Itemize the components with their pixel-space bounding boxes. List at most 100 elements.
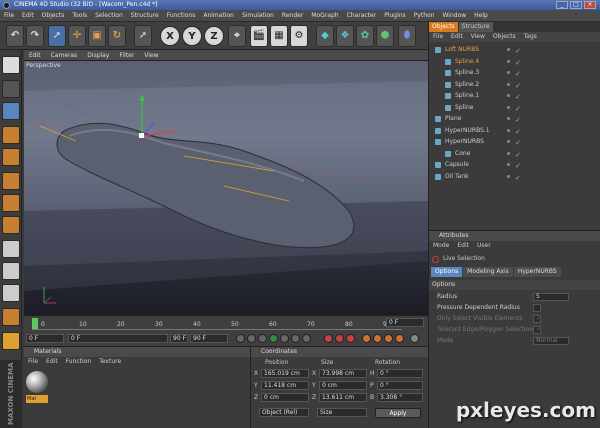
tab-structure[interactable]: Structure (458, 22, 493, 32)
viewport-menu-display[interactable]: Display (82, 50, 114, 61)
object-row[interactable]: Cone ✓ (429, 148, 600, 160)
material-name[interactable]: Mat (26, 395, 48, 403)
size-x-field[interactable]: 73.998 cm (319, 369, 367, 378)
visibility-dots-icon[interactable] (507, 151, 510, 155)
y-axis-lock-button[interactable]: Y (182, 26, 202, 46)
menu-simulation[interactable]: Simulation (238, 10, 278, 22)
menu-file[interactable]: File (0, 10, 18, 22)
next-key-button[interactable] (291, 334, 300, 343)
render-view-icon[interactable]: 🎬 (250, 25, 268, 47)
locked-workplane-icon[interactable] (2, 332, 20, 350)
make-editable-icon[interactable] (2, 56, 20, 74)
attributes-menu-user[interactable]: User (473, 241, 495, 251)
rotation-h-field[interactable]: 0 ° (377, 369, 423, 378)
go-to-start-button[interactable] (236, 334, 245, 343)
rotate-tool-icon[interactable]: ↻ (108, 25, 126, 47)
perspective-viewport[interactable]: Perspective (24, 61, 428, 315)
visibility-dots-icon[interactable] (507, 94, 510, 97)
material-swatch[interactable] (26, 371, 48, 393)
use-object-tool-icon[interactable] (2, 102, 20, 120)
attributes-menu-mode[interactable]: Mode (429, 241, 453, 251)
size-y-field[interactable]: 0 cm (319, 381, 367, 390)
menu-tools[interactable]: Tools (68, 10, 91, 22)
attribute-value[interactable]: 5 (533, 293, 569, 301)
current-frame-field[interactable]: 0 F (386, 318, 424, 327)
keyframe-selection-button[interactable] (346, 334, 355, 343)
workplane-icon[interactable] (2, 308, 20, 326)
rotation-key-button[interactable] (384, 334, 393, 343)
object-row[interactable]: Spline.4 ✓ (429, 56, 600, 68)
materials-menu-edit[interactable]: Edit (42, 357, 62, 367)
use-model-tool-icon[interactable] (2, 80, 20, 98)
move-tool-icon[interactable]: ✛ (68, 25, 86, 47)
object-row[interactable]: Spline.1 ✓ (429, 90, 600, 102)
objects-menu-edit[interactable]: Edit (447, 32, 467, 42)
viewport-menu-view[interactable]: View (139, 50, 163, 61)
attr-tab-modeling-axis[interactable]: Modeling Axis (463, 267, 513, 277)
menu-edit[interactable]: Edit (18, 10, 38, 22)
materials-menu-function[interactable]: Function (62, 357, 96, 367)
rotation-p-field[interactable]: 0 ° (377, 381, 423, 390)
preview-end-field[interactable]: 90 F (170, 334, 188, 343)
record-button[interactable] (324, 334, 333, 343)
menu-window[interactable]: Window (439, 10, 471, 22)
size-z-field[interactable]: 13.611 cm (319, 393, 367, 402)
visibility-dots-icon[interactable] (507, 105, 510, 109)
edges-tool-icon[interactable] (2, 194, 20, 212)
visibility-dots-icon[interactable] (507, 174, 510, 178)
attr-tab-hypernurbs[interactable]: HyperNURBS (513, 267, 561, 277)
use-texture-tool-icon[interactable] (2, 126, 20, 144)
materials-menu-texture[interactable]: Texture (95, 357, 125, 367)
autokey-button[interactable] (335, 334, 344, 343)
object-row[interactable]: Spline.2 ✓ (429, 79, 600, 91)
close-button[interactable]: × (584, 1, 596, 9)
object-row[interactable]: Spline.3 ✓ (429, 67, 600, 79)
object-row[interactable]: Spline ✓ (429, 102, 600, 114)
visibility-dots-icon[interactable] (507, 140, 510, 143)
attributes-menu-edit[interactable]: Edit (453, 241, 473, 251)
menu-render[interactable]: Render (278, 10, 307, 22)
tab-objects[interactable]: Objects (429, 22, 458, 32)
minimize-button[interactable]: _ (556, 1, 568, 9)
redo-button[interactable]: ↷ (26, 25, 44, 47)
menu-selection[interactable]: Selection (91, 10, 127, 22)
deformer-icon[interactable]: ⬢ (376, 25, 394, 47)
visibility-dots-icon[interactable] (507, 82, 510, 86)
materials-menu-file[interactable]: File (24, 357, 42, 367)
menu-character[interactable]: Character (343, 10, 381, 22)
size-mode-select[interactable]: Size (317, 408, 367, 417)
menu-functions[interactable]: Functions (163, 10, 200, 22)
menu-python[interactable]: Python (410, 10, 439, 22)
render-picture-viewer-icon[interactable]: ▦ (270, 25, 288, 47)
position-y-field[interactable]: 11.418 cm (261, 381, 309, 390)
menu-mograph[interactable]: MoGraph (307, 10, 342, 22)
scale-tool-icon[interactable]: ▣ (88, 25, 106, 47)
next-frame-button[interactable] (280, 334, 289, 343)
viewport-menu-cameras[interactable]: Cameras (46, 50, 83, 61)
parameter-key-button[interactable] (395, 334, 404, 343)
timeline-ruler[interactable]: 0102030405060708090 (32, 318, 402, 330)
previous-frame-button[interactable] (258, 334, 267, 343)
scale-key-button[interactable] (373, 334, 382, 343)
position-x-field[interactable]: 165.019 cm (261, 369, 309, 378)
object-row[interactable]: Loft NURBS ✓ (429, 44, 600, 56)
environment-icon[interactable]: ⬮ (398, 25, 416, 47)
visibility-dots-icon[interactable] (507, 163, 510, 166)
enabled-check-icon[interactable]: ✓ (515, 173, 521, 184)
last-tool-icon[interactable]: ➚ (134, 25, 152, 47)
object-row[interactable]: HyperNURBS ✓ (429, 136, 600, 148)
visibility-dots-icon[interactable] (507, 48, 510, 51)
live-selection-tool-icon[interactable]: ➚ (48, 25, 66, 47)
use-axis-tool-icon[interactable] (2, 148, 20, 166)
rotation-b-field[interactable]: 3.308 ° (377, 393, 423, 402)
viewport-menu-filter[interactable]: Filter (114, 50, 139, 61)
attr-tab-options[interactable]: Options (431, 267, 463, 277)
x-axis-lock-button[interactable]: X (160, 26, 180, 46)
coordinate-system-icon[interactable]: ⌖ (228, 25, 246, 47)
play-button[interactable] (269, 334, 278, 343)
polygons-tool-icon[interactable] (2, 216, 20, 234)
viewport-menu-edit[interactable]: Edit (24, 50, 46, 61)
menu-plugins[interactable]: Plugins (380, 10, 410, 22)
timeline-menu-button[interactable] (410, 334, 419, 343)
attribute-value[interactable] (533, 304, 541, 312)
